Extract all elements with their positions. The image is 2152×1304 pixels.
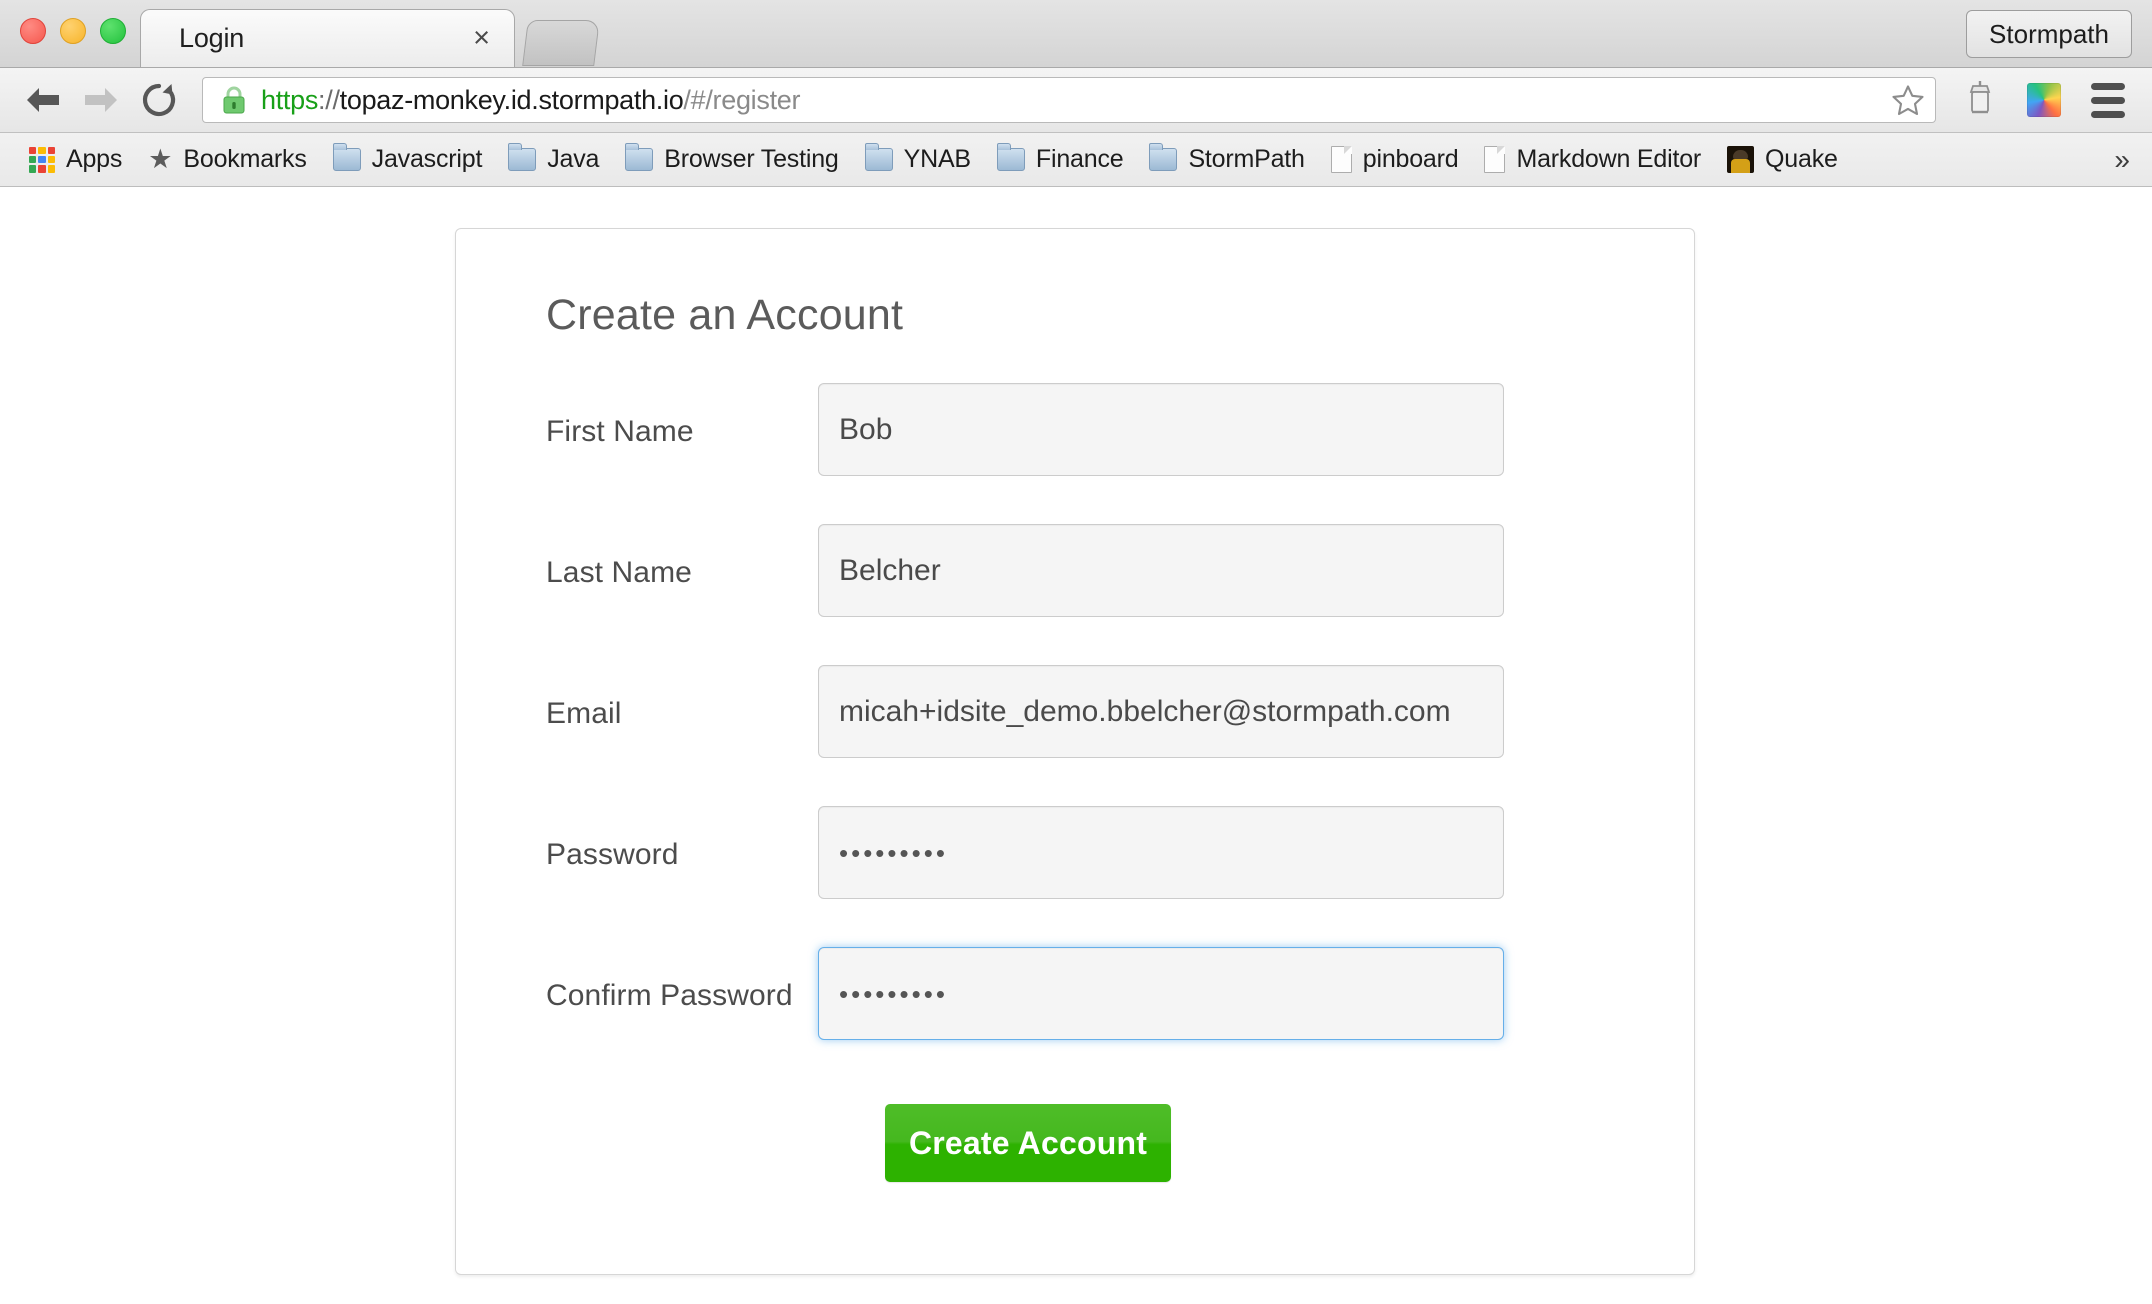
form-row-confirm-password: Confirm Password •••••••••: [456, 947, 1694, 1088]
bookmark-label: Browser Testing: [664, 145, 839, 173]
bookmark-label: StormPath: [1188, 145, 1305, 173]
colorful-cube-icon: [2027, 83, 2061, 117]
bookmark-star-icon[interactable]: [1891, 84, 1925, 117]
app-cube-button[interactable]: [2014, 71, 2074, 129]
bookmarks-overflow-icon[interactable]: »: [2106, 144, 2138, 176]
email-label: Email: [546, 697, 622, 730]
page-viewport: Create an Account First Name Bob Last Na…: [0, 188, 2152, 1304]
password-masked-value: •••••••••: [839, 837, 948, 868]
new-tab-button[interactable]: [522, 20, 600, 66]
password-input[interactable]: •••••••••: [818, 806, 1504, 899]
bookmark-label: YNAB: [903, 145, 971, 173]
lantern-icon: [1965, 79, 1995, 122]
bookmark-browser-testing[interactable]: Browser Testing: [612, 138, 851, 182]
page-title: Create an Account: [546, 291, 904, 339]
extension-button[interactable]: [1950, 71, 2010, 129]
url-scheme: https: [261, 84, 319, 115]
bookmark-java[interactable]: Java: [495, 138, 612, 182]
window-controls: [20, 18, 126, 44]
bookmark-quake[interactable]: Quake: [1714, 138, 1851, 182]
chrome-menu-button[interactable]: [2078, 71, 2138, 129]
profile-button-label: Stormpath: [1989, 18, 2109, 49]
close-window-button[interactable]: [20, 18, 46, 44]
title-bar: Login × Stormpath: [0, 0, 2152, 68]
bookmark-label: Javascript: [371, 145, 483, 173]
back-button[interactable]: [14, 71, 72, 129]
confirm-password-masked-value: •••••••••: [839, 978, 948, 1009]
reload-button[interactable]: [130, 71, 188, 129]
minimize-window-button[interactable]: [60, 18, 86, 44]
bookmark-markdown-editor[interactable]: Markdown Editor: [1471, 138, 1714, 182]
document-icon: [1484, 146, 1506, 173]
bookmark-bookmarks[interactable]: ★ Bookmarks: [135, 138, 319, 182]
document-icon: [1330, 146, 1352, 173]
tab-title: Login: [179, 23, 245, 53]
email-input[interactable]: micah+idsite_demo.bbelcher@stormpath.com: [818, 665, 1504, 758]
address-bar[interactable]: https://topaz-monkey.id.stormpath.io/#/r…: [202, 77, 1936, 123]
form-row-email: Email micah+idsite_demo.bbelcher@stormpa…: [456, 665, 1694, 806]
reload-icon: [141, 82, 177, 118]
folder-icon: [864, 143, 893, 171]
toolbar-icons: [1950, 71, 2138, 129]
lock-icon: [221, 85, 247, 115]
form-row-password: Password •••••••••: [456, 806, 1694, 947]
forward-button[interactable]: [72, 71, 130, 129]
back-arrow-icon: [24, 84, 62, 116]
url-host: topaz-monkey.id.stormpath.io: [339, 84, 684, 115]
browser-window: Login × Stormpath https://topaz-monkey.i…: [0, 0, 2152, 1304]
bookmark-label: Bookmarks: [183, 145, 307, 173]
folder-icon: [996, 143, 1025, 171]
apps-grid-icon: [29, 146, 55, 173]
register-form: First Name Bob Last Name Belcher Email m…: [456, 383, 1694, 1238]
last-name-input[interactable]: Belcher: [818, 524, 1504, 617]
bookmark-label: pinboard: [1362, 145, 1459, 173]
password-label: Password: [546, 838, 679, 871]
tab-login[interactable]: Login ×: [140, 9, 515, 67]
star-icon: ★: [148, 144, 173, 174]
folder-icon: [508, 143, 537, 171]
url-path: /#/register: [683, 84, 801, 115]
bookmark-label: Markdown Editor: [1516, 145, 1702, 173]
bookmark-javascript[interactable]: Javascript: [320, 138, 496, 182]
first-name-input[interactable]: Bob: [818, 383, 1504, 476]
first-name-label: First Name: [546, 415, 694, 448]
profile-button[interactable]: Stormpath: [1966, 10, 2132, 58]
form-row-last-name: Last Name Belcher: [456, 524, 1694, 665]
folder-icon: [625, 143, 654, 171]
bookmark-stormpath[interactable]: StormPath: [1136, 138, 1317, 182]
register-card: Create an Account First Name Bob Last Na…: [455, 228, 1695, 1275]
url-separator: ://: [318, 84, 340, 115]
bookmarks-bar: Apps ★ Bookmarks Javascript Java Browser…: [0, 133, 2152, 187]
hamburger-menu-icon: [2091, 82, 2125, 118]
bookmark-pinboard[interactable]: pinboard: [1318, 138, 1472, 182]
close-tab-icon[interactable]: ×: [467, 24, 496, 53]
bookmark-label: Apps: [66, 145, 123, 173]
last-name-label: Last Name: [546, 556, 692, 589]
bookmark-finance[interactable]: Finance: [984, 138, 1137, 182]
bookmark-label: Quake: [1765, 145, 1838, 173]
navigation-toolbar: https://topaz-monkey.id.stormpath.io/#/r…: [0, 68, 2152, 133]
bookmark-ynab[interactable]: YNAB: [852, 138, 984, 182]
folder-icon: [1149, 143, 1178, 171]
tab-strip: Login ×: [140, 7, 600, 67]
form-row-submit: Create Account: [456, 1088, 1694, 1238]
confirm-password-label: Confirm Password: [546, 979, 793, 1012]
address-bar-url: https://topaz-monkey.id.stormpath.io/#/r…: [261, 85, 800, 116]
bookmark-label: Java: [547, 145, 600, 173]
bookmark-apps[interactable]: Apps: [16, 138, 135, 182]
maximize-window-button[interactable]: [100, 18, 126, 44]
folder-icon: [332, 143, 361, 171]
forward-arrow-icon: [82, 84, 120, 116]
quake-favicon: [1727, 146, 1755, 173]
confirm-password-input[interactable]: •••••••••: [818, 947, 1504, 1040]
bookmark-label: Finance: [1035, 145, 1124, 173]
create-account-button[interactable]: Create Account: [885, 1104, 1171, 1182]
form-row-first-name: First Name Bob: [456, 383, 1694, 524]
